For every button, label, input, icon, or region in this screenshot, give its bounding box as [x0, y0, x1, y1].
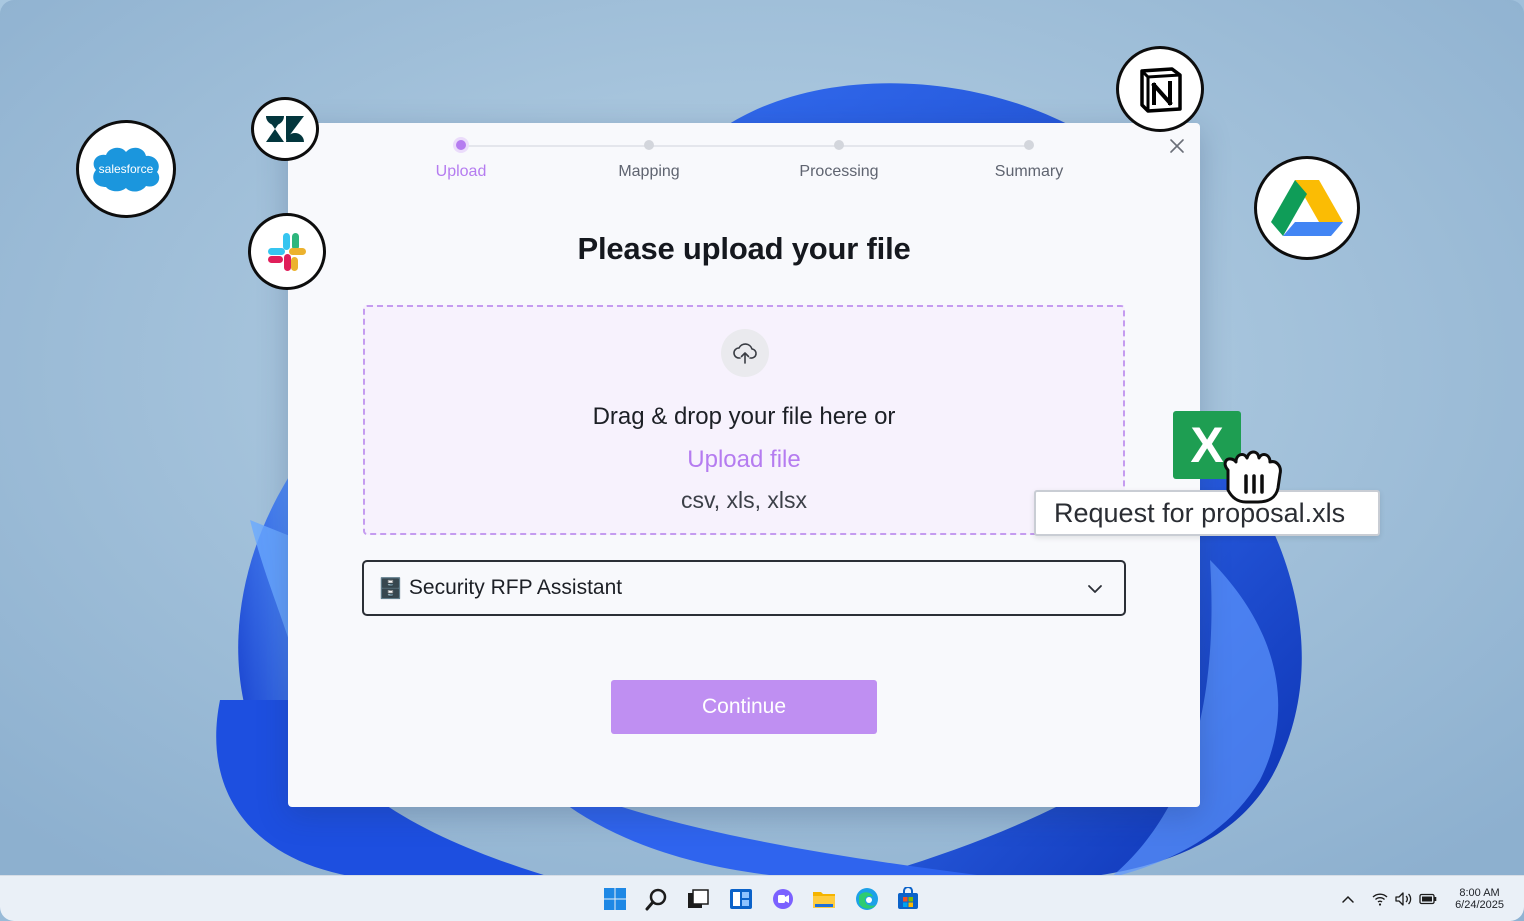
- clock-date: 6/24/2025: [1455, 899, 1504, 911]
- step-processing[interactable]: Processing: [769, 139, 909, 181]
- cloud-upload-icon: [721, 329, 769, 377]
- dropzone-instruction: Drag & drop your file here or: [592, 403, 896, 430]
- salesforce-icon: salesforce: [76, 120, 176, 218]
- svg-text:salesforce: salesforce: [99, 162, 154, 176]
- step-label: Mapping: [618, 163, 680, 180]
- file-explorer-icon[interactable]: [812, 887, 836, 911]
- step-label: Processing: [799, 163, 879, 180]
- taskbar: 8:00 AM 6/24/2025: [0, 875, 1524, 921]
- clock-time: 8:00 AM: [1459, 887, 1500, 899]
- task-view-icon[interactable]: [686, 887, 710, 911]
- step-label: Summary: [994, 163, 1064, 180]
- stepper: Upload Mapping Processing Summary: [288, 123, 1200, 193]
- notion-icon: [1116, 46, 1204, 132]
- volume-icon[interactable]: [1395, 892, 1413, 906]
- battery-icon[interactable]: [1419, 893, 1437, 905]
- system-clock[interactable]: 8:00 AM 6/24/2025: [1455, 887, 1504, 911]
- step-dot: [456, 140, 466, 150]
- continue-button[interactable]: Continue: [611, 680, 877, 734]
- desktop: Upload Mapping Processing Summary Please…: [0, 0, 1524, 921]
- google-drive-icon: [1254, 156, 1360, 260]
- file-dropzone[interactable]: Drag & drop your file here or Upload fil…: [363, 305, 1125, 535]
- slack-icon: [248, 213, 326, 290]
- step-dot: [644, 140, 654, 150]
- edge-browser-icon[interactable]: [855, 887, 879, 911]
- file-cabinet-icon: 🗄️: [378, 577, 403, 600]
- wifi-icon[interactable]: [1372, 892, 1388, 906]
- chevron-down-icon: [1088, 585, 1102, 593]
- microsoft-store-icon[interactable]: [896, 887, 920, 911]
- windows-start-icon[interactable]: [603, 887, 627, 911]
- upload-file-link[interactable]: Upload file: [365, 446, 1123, 474]
- dragged-file-label: Request for proposal.xls: [1034, 490, 1380, 536]
- select-value: Security RFP Assistant: [408, 576, 623, 599]
- teams-chat-icon[interactable]: [771, 887, 795, 911]
- accepted-file-types: csv, xls, xlsx: [680, 487, 808, 513]
- dialog-title: Please upload your file: [577, 231, 911, 266]
- search-icon[interactable]: [645, 887, 669, 911]
- assistant-select[interactable]: 🗄️ Security RFP Assistant: [362, 560, 1126, 616]
- upload-dialog: Upload Mapping Processing Summary Please…: [288, 123, 1200, 807]
- step-dot: [1024, 140, 1034, 150]
- step-label: Upload: [435, 163, 487, 180]
- step-upload[interactable]: Upload: [391, 139, 531, 181]
- grab-cursor-icon: [1223, 450, 1282, 504]
- step-mapping[interactable]: Mapping: [579, 139, 719, 181]
- zendesk-icon: [251, 97, 319, 161]
- step-summary[interactable]: Summary: [959, 139, 1099, 181]
- widgets-icon[interactable]: [729, 887, 753, 911]
- chevron-up-icon[interactable]: [1341, 892, 1355, 906]
- step-dot: [834, 140, 844, 150]
